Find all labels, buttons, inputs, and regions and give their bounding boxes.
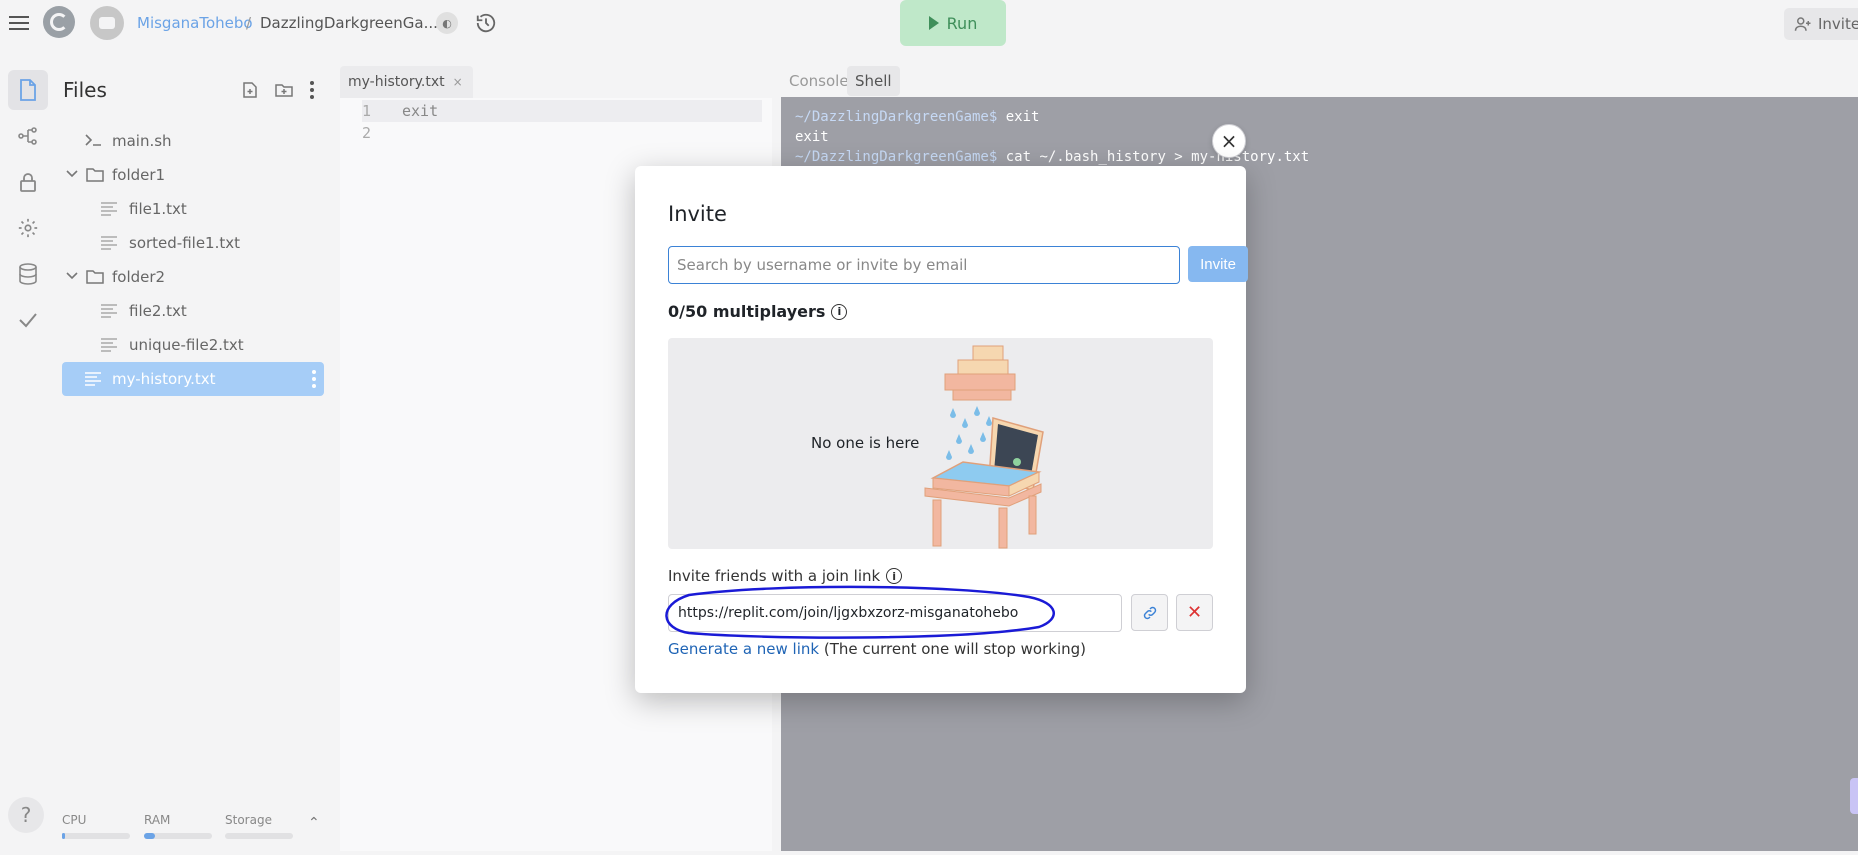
breadcrumb-repl-name[interactable]: DazzlingDarkgreenGa... <box>260 14 438 32</box>
tree-item-file1-txt[interactable]: file1.txt <box>62 192 324 226</box>
tree-item-label: sorted-file1.txt <box>129 234 240 252</box>
files-panel: Files main.sh folder1 file1.txt sorted-f… <box>56 56 331 851</box>
invite-modal: Invite Invite 0/50 multiplayers i No one… <box>635 166 1248 693</box>
repl-language-icon[interactable]: ◐ <box>436 12 458 34</box>
tab-my-history-txt[interactable]: my-history.txt × <box>340 66 473 98</box>
invite-button[interactable]: Invite <box>1784 8 1858 40</box>
join-link-label-text: Invite friends with a join link <box>668 567 881 585</box>
git-icon[interactable] <box>8 116 48 156</box>
new-file-icon[interactable] <box>240 80 260 100</box>
help-icon[interactable]: ? <box>8 797 44 833</box>
empty-state-illustration <box>924 345 1044 549</box>
revoke-link-button[interactable]: ✕ <box>1176 594 1213 631</box>
tree-item-label: main.sh <box>112 132 172 150</box>
settings-gear-icon[interactable] <box>8 208 48 248</box>
cpu-bar <box>62 833 130 839</box>
folder-icon <box>86 269 104 284</box>
chevron-up-icon[interactable]: ⌃ <box>308 815 320 831</box>
secrets-lock-icon[interactable] <box>8 162 48 202</box>
invite-submit-button[interactable]: Invite <box>1188 246 1248 282</box>
run-label: Run <box>946 13 978 33</box>
chevron-down-icon <box>66 271 78 281</box>
activity-bar <box>0 56 56 855</box>
storage-label: Storage <box>225 813 272 827</box>
avatar[interactable] <box>90 6 124 40</box>
folder-icon <box>86 167 104 182</box>
resource-meters: CPU RAM Storage ⌃ <box>56 813 331 853</box>
link-icon <box>1143 606 1156 619</box>
tree-item-sorted-file1-txt[interactable]: sorted-file1.txt <box>62 226 324 260</box>
modal-title: Invite <box>668 202 727 226</box>
join-link-field[interactable]: https://replit.com/join/ljgxbxzorz-misga… <box>665 585 1122 639</box>
close-tab-icon[interactable]: × <box>453 75 463 89</box>
breadcrumb-separator: / <box>246 14 252 32</box>
files-more-icon[interactable] <box>302 80 322 100</box>
generate-link-row: Generate a new link (The current one wil… <box>668 640 1086 658</box>
code-line: 2 <box>362 122 762 144</box>
file-text-icon <box>100 304 118 318</box>
collaborators-empty-state: No one is here <box>668 338 1213 549</box>
terminal-icon <box>84 132 102 148</box>
join-link-label: Invite friends with a join link i <box>668 567 903 585</box>
top-bar: MisganaTohebo / DazzlingDarkgreenGa... ◐… <box>0 0 1858 56</box>
line-number: 2 <box>362 124 372 142</box>
menu-icon[interactable] <box>8 14 30 32</box>
breadcrumb-username[interactable]: MisganaTohebo <box>137 14 253 32</box>
terminal-line: exit <box>795 129 829 145</box>
add-user-icon <box>1794 17 1811 31</box>
run-button[interactable]: Run <box>900 0 1006 46</box>
empty-state-text: No one is here <box>811 434 920 452</box>
replit-logo-icon[interactable] <box>43 6 75 38</box>
close-icon: ✕ <box>1186 602 1203 623</box>
tree-item-label: file2.txt <box>129 302 187 320</box>
tab-shell[interactable]: Shell <box>847 66 900 96</box>
new-folder-icon[interactable] <box>274 80 294 100</box>
tree-item-my-history-txt[interactable]: my-history.txt <box>62 362 324 396</box>
file-text-icon <box>100 202 118 216</box>
tree-item-label: folder1 <box>112 166 166 184</box>
tree-item-file2-txt[interactable]: file2.txt <box>62 294 324 328</box>
code-line: 1 exit <box>362 100 762 122</box>
files-icon[interactable] <box>8 70 48 110</box>
line-text: exit <box>402 102 439 120</box>
side-panel-handle[interactable] <box>1850 778 1858 814</box>
history-icon[interactable] <box>474 11 498 35</box>
tree-item-label: file1.txt <box>129 200 187 218</box>
terminal-line: ~/DazzlingDarkgreenGame$ exit <box>795 109 1040 125</box>
database-icon[interactable] <box>8 254 48 294</box>
files-title: Files <box>63 78 107 102</box>
tree-item-unique-file2-txt[interactable]: unique-file2.txt <box>62 328 324 362</box>
ram-label: RAM <box>144 813 171 827</box>
multiplayer-count-label: 0/50 multiplayers <box>668 302 826 321</box>
tree-item-label: folder2 <box>112 268 166 286</box>
tree-item-main-sh[interactable]: main.sh <box>62 124 324 158</box>
tree-item-label: unique-file2.txt <box>129 336 244 354</box>
ram-bar <box>144 833 212 839</box>
tab-label: my-history.txt <box>348 74 445 90</box>
tree-item-label: my-history.txt <box>112 370 216 388</box>
generate-link-note: (The current one will stop working) <box>819 640 1086 658</box>
generate-new-link[interactable]: Generate a new link <box>668 640 819 658</box>
chevron-down-icon <box>66 169 78 179</box>
info-icon[interactable]: i <box>886 568 903 584</box>
file-text-icon <box>100 338 118 352</box>
tree-item-folder1[interactable]: folder1 <box>62 158 324 192</box>
file-text-icon <box>100 236 118 250</box>
multiplayer-count: 0/50 multiplayers i <box>668 302 848 321</box>
play-icon <box>928 16 939 30</box>
storage-bar <box>225 833 293 839</box>
info-icon[interactable]: i <box>831 303 848 320</box>
file-more-icon[interactable] <box>312 370 316 388</box>
invite-label: Invite <box>1818 15 1858 33</box>
cpu-label: CPU <box>62 813 87 827</box>
modal-close-button[interactable]: × <box>1212 124 1246 158</box>
line-number: 1 <box>362 102 372 120</box>
tree-item-folder2[interactable]: folder2 <box>62 260 324 294</box>
tab-console[interactable]: Console <box>781 66 857 96</box>
checkmark-icon[interactable] <box>8 300 48 340</box>
copy-link-button[interactable] <box>1131 594 1168 631</box>
hand-drawn-circle-annotation <box>665 585 1055 639</box>
file-text-icon <box>84 372 102 386</box>
invite-search-input[interactable] <box>668 246 1180 284</box>
